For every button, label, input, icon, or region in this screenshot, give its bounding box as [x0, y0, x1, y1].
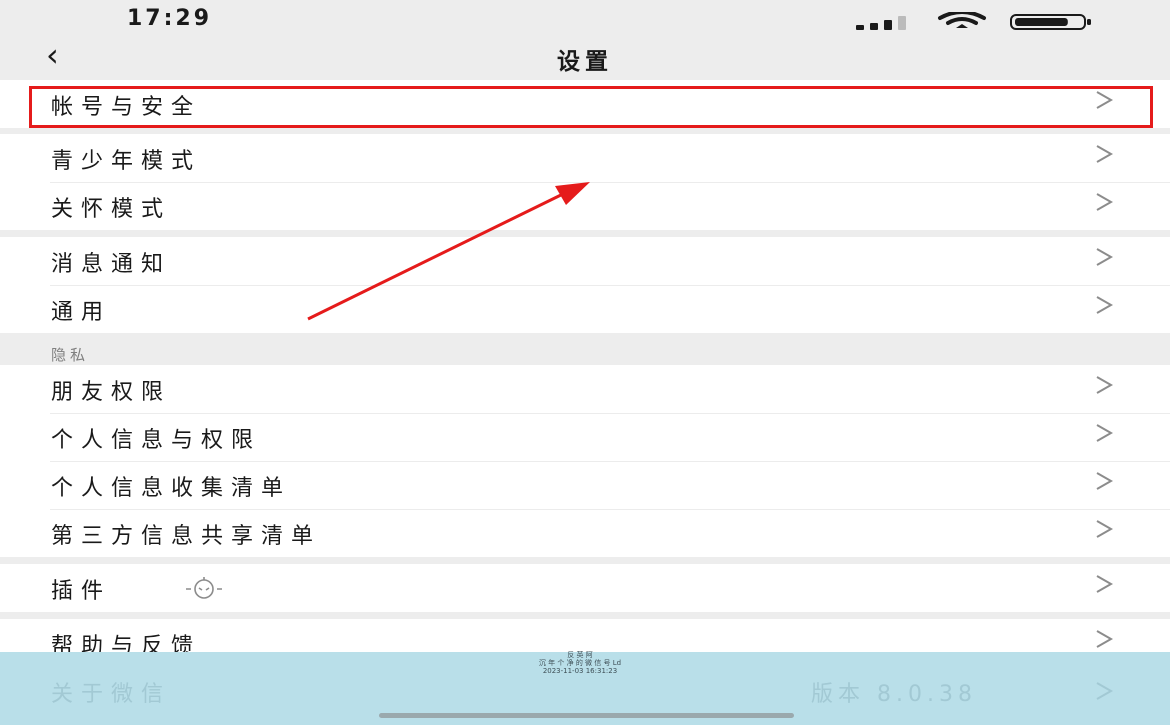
settings-item-label: 关怀模式: [51, 197, 172, 222]
cellular-signal-icon: [856, 16, 906, 30]
navigation-bar: ‹ 设置: [0, 36, 1170, 80]
battery-icon: [1010, 14, 1091, 30]
settings-item-about-wechat[interactable]: 关于微信: [51, 676, 171, 708]
settings-item-personal-info-permissions[interactable]: 个人信息与权限: [0, 413, 1170, 461]
watermark-line: 反 英 阿: [567, 651, 593, 659]
settings-group-account: 帐号与安全: [0, 80, 1170, 128]
bottom-overlay: 反 英 阿 沉 年 个 净 的 微 信 号 Ld 2023-11-03 16:3…: [0, 651, 1170, 725]
settings-item-label: 朋友权限: [51, 380, 172, 405]
page-title: 设置: [557, 49, 613, 75]
settings-item-label: 插件: [51, 579, 112, 604]
watermark-line: 沉 年 个 净 的 微 信 号 Ld: [538, 659, 622, 667]
chevron-right-icon: [1096, 248, 1114, 266]
settings-item-plugins[interactable]: 插件: [0, 564, 1170, 612]
chevron-right-icon: [1096, 193, 1114, 211]
settings-group-plugins: 插件: [0, 564, 1170, 612]
settings-group-privacy: 朋友权限 个人信息与权限 个人信息收集清单 第三方信息共享清单: [0, 365, 1170, 557]
settings-item-third-party-sharing-list[interactable]: 第三方信息共享清单: [0, 509, 1170, 557]
version-label: 版本 8.0.38: [811, 682, 977, 707]
settings-item-label: 个人信息与权限: [51, 428, 262, 453]
settings-item-friend-permissions[interactable]: 朋友权限: [0, 365, 1170, 413]
settings-item-label: 第三方信息共享清单: [51, 524, 322, 549]
section-header-privacy: 隐私: [51, 346, 90, 364]
chevron-right-icon: [1096, 145, 1114, 163]
home-indicator[interactable]: [379, 713, 794, 718]
settings-item-label: 消息通知: [51, 252, 172, 277]
settings-item-care-mode[interactable]: 关怀模式: [0, 182, 1170, 230]
settings-group-modes: 青少年模式 关怀模式: [0, 134, 1170, 230]
chevron-right-icon: [1096, 91, 1114, 109]
chevron-right-icon: [1096, 520, 1114, 538]
settings-item-label: 青少年模式: [51, 149, 202, 174]
chevron-right-icon: [1096, 472, 1114, 490]
chevron-right-icon: [1096, 630, 1114, 648]
chevron-right-icon: [1096, 376, 1114, 394]
status-time: 17:29: [127, 6, 213, 31]
settings-item-label: 个人信息收集清单: [51, 476, 292, 501]
settings-item-label: 通用: [51, 300, 112, 325]
watermark: 反 英 阿 沉 年 个 净 的 微 信 号 Ld 2023-11-03 16:3…: [460, 651, 700, 675]
settings-group-general: 消息通知 通用: [0, 237, 1170, 333]
watermark-line: 2023-11-03 16:31:23: [542, 667, 618, 675]
chevron-right-icon: [1096, 575, 1114, 593]
settings-item-label: 帐号与安全: [51, 95, 202, 120]
chevron-right-icon: [1096, 682, 1114, 700]
settings-item-general[interactable]: 通用: [0, 285, 1170, 333]
settings-item-account-security[interactable]: 帐号与安全: [0, 80, 1170, 128]
settings-item-personal-info-list[interactable]: 个人信息收集清单: [0, 461, 1170, 509]
chevron-right-icon: [1096, 424, 1114, 442]
plugin-icon: [186, 577, 222, 599]
status-bar: 17:29: [0, 0, 1170, 40]
settings-item-notifications[interactable]: 消息通知: [0, 237, 1170, 285]
wifi-icon: [938, 12, 986, 28]
chevron-right-icon: [1096, 296, 1114, 314]
settings-item-teen-mode[interactable]: 青少年模式: [0, 134, 1170, 182]
